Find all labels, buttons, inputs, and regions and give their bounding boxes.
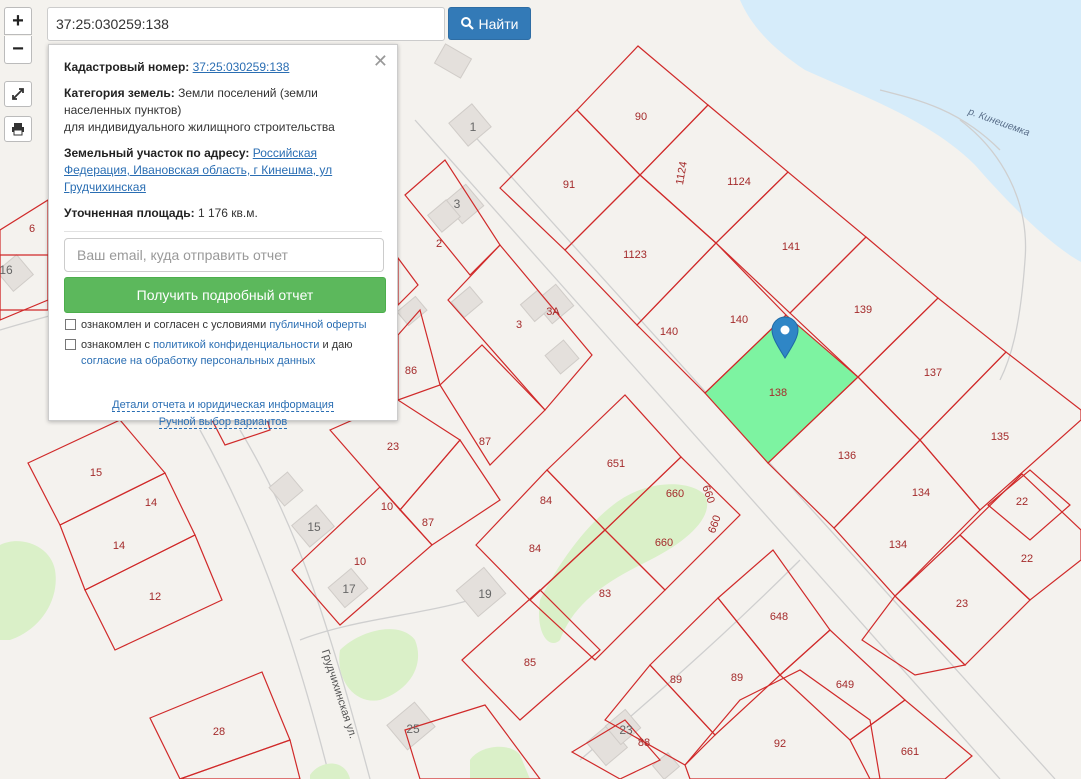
- parcel-number-label: 22: [1021, 553, 1033, 565]
- parcel-number-label: 2: [436, 238, 442, 250]
- parcel-number-label: 14: [145, 497, 157, 509]
- offer-checkbox[interactable]: [65, 319, 76, 330]
- data-processing-consent-link[interactable]: согласие на обработку персональных данны…: [81, 355, 315, 367]
- parcel-number-label: 6: [29, 223, 35, 235]
- parcel-number-label: 140: [730, 314, 748, 326]
- parcel-number-label: 84: [540, 495, 552, 507]
- privacy-policy-link[interactable]: политикой конфиденциальности: [153, 339, 319, 351]
- parcel-number-label: 15: [90, 467, 102, 479]
- parcel-number-label: 136: [838, 450, 856, 462]
- category-use: для индивидуального жилищного строительс…: [64, 120, 335, 134]
- public-offer-link[interactable]: публичной оферты: [269, 319, 366, 331]
- search-button-label: Найти: [478, 15, 519, 32]
- parcel-number-label: 83: [599, 588, 611, 600]
- parcel-number-label: 3: [516, 319, 522, 331]
- offer-agreement-row: ознакомлен и согласен с условиями публич…: [64, 317, 382, 333]
- parcel-number-label: 12: [149, 591, 161, 603]
- parcel-number-label: 1123: [623, 249, 647, 261]
- parcel-number-label: 648: [770, 611, 788, 623]
- parcel-number-label: 23: [387, 441, 399, 453]
- search-icon: [460, 17, 474, 30]
- search-button[interactable]: Найти: [448, 7, 531, 40]
- parcel-info-popup: ✕ Кадастровый номер: 37:25:030259:138 Ка…: [48, 44, 398, 429]
- parcel-number-label: 134: [912, 487, 930, 499]
- get-report-button[interactable]: Получить подробный отчет: [64, 277, 386, 313]
- parcel-number-label: 134: [889, 539, 907, 551]
- parcel-number-label: 139: [854, 304, 872, 316]
- fullscreen-button[interactable]: [4, 81, 32, 107]
- parcel-number-label: 87: [422, 517, 434, 529]
- parcel-number-label: 84: [529, 543, 541, 555]
- fullscreen-icon: [12, 88, 24, 100]
- parcel-number-label: 660: [655, 537, 673, 549]
- report-details-link[interactable]: Детали отчета и юридическая информация: [112, 399, 334, 412]
- area-row: Уточненная площадь: 1 176 кв.м.: [64, 205, 382, 222]
- close-icon[interactable]: ✕: [373, 52, 388, 70]
- building-label: 19: [478, 587, 492, 601]
- cadastral-number-link[interactable]: 37:25:030259:138: [193, 60, 290, 74]
- popup-footer-links: Детали отчета и юридическая информация Р…: [64, 397, 382, 431]
- zoom-in-button[interactable]: +: [4, 7, 32, 35]
- address-label: Земельный участок по адресу:: [64, 146, 250, 160]
- building-label: 17: [342, 582, 356, 596]
- parcel-number-label: 85: [524, 657, 536, 669]
- land-category-row: Категория земель: Земли поселений (земли…: [64, 85, 382, 136]
- print-button[interactable]: [4, 116, 32, 142]
- parcel-number-label: 92: [774, 738, 786, 750]
- parcel-number-label: 649: [836, 679, 854, 691]
- parcel-number-label: 137: [924, 367, 942, 379]
- privacy-text-a: ознакомлен с: [81, 339, 154, 351]
- parcel-number-label: 14: [113, 540, 125, 552]
- privacy-text-b: и даю: [319, 339, 353, 351]
- parcel-number-label: 28: [213, 726, 225, 738]
- parcel-number-label: 140: [660, 326, 678, 338]
- parcel-number-label: 87: [479, 436, 491, 448]
- parcel-number-label: 660: [666, 488, 684, 500]
- category-label: Категория земель:: [64, 86, 175, 100]
- parcel-number-label: 91: [563, 179, 575, 191]
- parcel-number-label: 3А: [546, 306, 560, 318]
- parcel-number-label: 89: [670, 674, 682, 686]
- cadastral-number-row: Кадастровый номер: 37:25:030259:138: [64, 59, 382, 76]
- building-label: 15: [307, 520, 321, 534]
- building-label: 25: [406, 722, 420, 736]
- printer-icon: [12, 123, 24, 136]
- parcel-number-label: 651: [607, 458, 625, 470]
- parcel-number-label: 10: [381, 501, 393, 513]
- parcel-number-label: 23: [956, 598, 968, 610]
- parcel-number-label: 90: [635, 111, 647, 123]
- search-input[interactable]: [47, 7, 445, 41]
- parcel-number-label: 138: [769, 387, 787, 399]
- parcel-number-label: 141: [782, 241, 800, 253]
- building-label: 23: [619, 723, 633, 737]
- address-row: Земельный участок по адресу: Российская …: [64, 145, 382, 196]
- parcel-number-label: 88: [638, 737, 650, 749]
- parcel-number-label: 135: [991, 431, 1009, 443]
- area-label: Уточненная площадь:: [64, 206, 195, 220]
- parcel-number-label: 1124: [727, 176, 751, 188]
- parcel-number-label: 661: [901, 746, 919, 758]
- parcel-number-label: 89: [731, 672, 743, 684]
- building-label: 3: [454, 197, 461, 211]
- building-label: 1: [470, 120, 477, 134]
- parcel-number-label: 86: [405, 365, 417, 377]
- manual-selection-link[interactable]: Ручной выбор вариантов: [158, 416, 288, 429]
- divider: [64, 231, 382, 232]
- parcel-number-label: 10: [354, 556, 366, 568]
- parcel-number-label: 22: [1016, 496, 1028, 508]
- privacy-agreement-row: ознакомлен с политикой конфиденциальност…: [64, 337, 382, 369]
- offer-text: ознакомлен и согласен с условиями: [81, 319, 270, 331]
- building-label: 16: [0, 263, 13, 277]
- zoom-out-button[interactable]: −: [4, 36, 32, 64]
- cadastral-label: Кадастровый номер:: [64, 60, 190, 74]
- privacy-checkbox[interactable]: [65, 339, 76, 350]
- email-input[interactable]: [64, 238, 384, 272]
- area-value: 1 176 кв.м.: [197, 206, 258, 220]
